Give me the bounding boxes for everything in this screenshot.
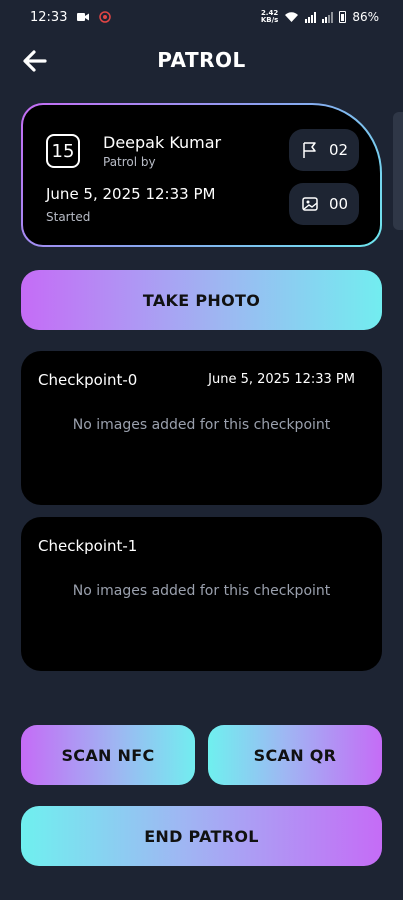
side-drawer-handle[interactable] <box>393 112 403 230</box>
checkpoints-count: 02 <box>329 141 349 159</box>
patrol-summary-card: 15 Deepak Kumar Patrol by June 5, 2025 1… <box>21 103 382 247</box>
checkpoint-card: Checkpoint-0 June 5, 2025 12:33 PM No im… <box>21 351 382 505</box>
start-time: June 5, 2025 12:33 PM <box>46 185 216 203</box>
take-photo-button[interactable]: TAKE PHOTO <box>21 270 382 330</box>
images-count-chip: 00 <box>289 183 359 225</box>
status-right: 2.42 KB/s 86% <box>261 10 379 25</box>
checkpoint-card: Checkpoint-1 No images added for this ch… <box>21 517 382 671</box>
checkpoint-name: Checkpoint-1 <box>38 537 138 555</box>
network-speed: 2.42 KB/s <box>261 10 278 24</box>
signal-icon-2 <box>322 11 334 23</box>
battery-level: 86% <box>352 10 379 24</box>
flag-icon <box>301 141 319 159</box>
date-badge: 15 <box>46 134 80 168</box>
recording-icon <box>99 11 112 23</box>
checkpoint-empty-message: No images added for this checkpoint <box>72 417 331 433</box>
checkpoints-count-chip: 02 <box>289 129 359 171</box>
status-bar: 12:33 2.42 KB/s 86% <box>0 0 403 34</box>
checkpoint-name: Checkpoint-0 <box>38 371 138 389</box>
scan-nfc-button[interactable]: SCAN NFC <box>21 725 195 785</box>
video-camera-icon <box>77 13 90 21</box>
end-patrol-button[interactable]: END PATROL <box>21 806 382 866</box>
patrol-status: Started <box>46 210 91 224</box>
images-count: 00 <box>329 195 349 213</box>
header: PATROL <box>0 40 403 80</box>
page-title: PATROL <box>157 48 246 72</box>
status-time: 12:33 <box>30 9 68 25</box>
checkpoint-empty-message: No images added for this checkpoint <box>72 583 331 599</box>
user-subtitle: Patrol by <box>103 155 156 169</box>
network-speed-unit: KB/s <box>260 16 279 24</box>
status-left: 12:33 <box>30 9 112 25</box>
signal-icon <box>305 11 317 23</box>
checkpoint-time: June 5, 2025 12:33 PM <box>208 372 355 387</box>
battery-icon <box>339 11 347 23</box>
user-name: Deepak Kumar <box>103 133 222 152</box>
scan-qr-button[interactable]: SCAN QR <box>208 725 382 785</box>
image-icon <box>301 195 319 213</box>
wifi-icon <box>285 12 299 22</box>
patrol-summary-card-inner: 15 Deepak Kumar Patrol by June 5, 2025 1… <box>23 105 380 245</box>
